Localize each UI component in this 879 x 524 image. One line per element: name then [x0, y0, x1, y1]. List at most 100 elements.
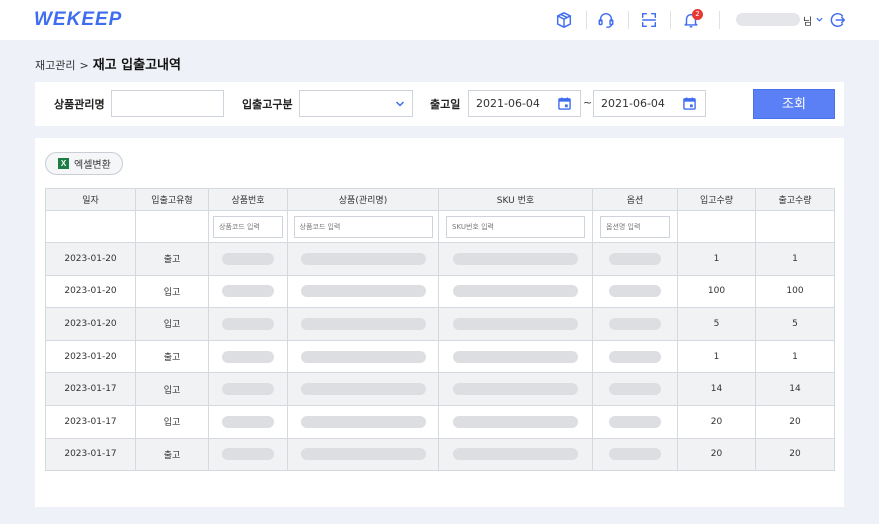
- search-button[interactable]: 조회: [753, 89, 835, 119]
- header-divider: [586, 11, 587, 29]
- chevron-down-icon[interactable]: [815, 15, 824, 24]
- row-date: 2023-01-20: [45, 242, 136, 276]
- table-row[interactable]: 2023-01-20 입고 5 5: [45, 307, 835, 341]
- row-sku-cell: [438, 437, 593, 472]
- row-sku-placeholder: [453, 252, 578, 265]
- column-header-option[interactable]: 옵션: [592, 188, 678, 211]
- table-row[interactable]: 2023-01-20 출고 1 1: [45, 242, 835, 276]
- row-out-qty: 20: [755, 404, 835, 439]
- row-option-cell: [592, 372, 678, 406]
- row-product-no-placeholder: [222, 448, 274, 461]
- row-sku-placeholder: [453, 415, 578, 428]
- filter-cell: 상품코드 입력: [287, 210, 439, 243]
- row-in-qty: 20: [677, 437, 756, 472]
- column-header-date[interactable]: 일자: [45, 188, 136, 211]
- row-date: 2023-01-17: [45, 437, 136, 472]
- row-sku-placeholder: [453, 285, 578, 298]
- bell-icon[interactable]: 2: [681, 9, 703, 30]
- table-row[interactable]: 2023-01-20 출고 1 1: [45, 339, 835, 374]
- row-type: 입고: [135, 372, 209, 406]
- row-option-placeholder: [609, 317, 661, 330]
- breadcrumb-parent[interactable]: 재고관리: [35, 57, 75, 73]
- row-out-qty: 14: [755, 372, 835, 406]
- filter-cell: 옵션명 입력: [592, 210, 678, 243]
- row-sku-placeholder: [453, 317, 578, 330]
- product-name-label: 상품관리명: [54, 98, 105, 111]
- filter-bar: 상품관리명 입출고구분 출고일 2021-06-04 ~ 2021-06-04 …: [35, 82, 844, 126]
- column-header-type[interactable]: 입출고유형: [135, 188, 209, 211]
- filter-cell: SKU번호 입력: [438, 210, 593, 243]
- product-name-input[interactable]: [111, 90, 224, 117]
- inout-type-label: 입출고구분: [242, 98, 293, 111]
- table-row[interactable]: 2023-01-17 입고 20 20: [45, 404, 835, 439]
- row-product-no-placeholder: [222, 285, 274, 298]
- logout-icon[interactable]: [828, 10, 848, 30]
- headset-icon[interactable]: [596, 10, 616, 30]
- row-type: 입고: [135, 404, 209, 439]
- excel-export-label: 엑셀변환: [74, 160, 111, 171]
- logo[interactable]: WEKEEP: [34, 9, 122, 31]
- table-row[interactable]: 2023-01-20 입고 100 100: [45, 274, 835, 309]
- calendar-icon[interactable]: [683, 97, 696, 110]
- row-product-name-placeholder: [300, 317, 426, 330]
- row-option-placeholder: [609, 415, 661, 428]
- row-option-cell: [592, 307, 678, 341]
- table-row[interactable]: 2023-01-17 출고 20 20: [45, 437, 835, 472]
- row-option-cell: [592, 274, 678, 309]
- column-header-out-qty[interactable]: 출고수량: [755, 188, 835, 211]
- date-from-value: 2021-06-04: [476, 97, 540, 110]
- row-option-cell: [592, 437, 678, 472]
- row-option-placeholder: [609, 350, 661, 363]
- product-name-filter-input[interactable]: 상품코드 입력: [293, 215, 433, 238]
- sku-filter-input[interactable]: SKU번호 입력: [446, 215, 585, 238]
- filter-cell-empty: [135, 210, 209, 243]
- calendar-icon[interactable]: [558, 97, 571, 110]
- row-in-qty: 1: [677, 242, 756, 276]
- row-product-name-cell: [287, 274, 439, 309]
- column-header-sku[interactable]: SKU 번호: [438, 188, 593, 211]
- user-name[interactable]: [736, 13, 800, 26]
- row-product-name-placeholder: [300, 350, 426, 363]
- scan-icon[interactable]: [639, 10, 659, 30]
- table-row[interactable]: 2023-01-17 입고 14 14: [45, 372, 835, 406]
- row-date: 2023-01-17: [45, 372, 136, 406]
- column-header-product-no[interactable]: 상품번호: [208, 188, 288, 211]
- row-sku-placeholder: [453, 448, 578, 461]
- filter-cell-empty: [755, 210, 835, 243]
- row-sku-cell: [438, 307, 593, 341]
- breadcrumb: 재고관리 > 재고 입출고내역: [35, 54, 181, 73]
- inventory-history-table: 일자 입출고유형 상품번호 상품(관리명) SKU 번호 옵션 입고수량 출고수…: [45, 188, 835, 472]
- option-filter-input[interactable]: 옵션명 입력: [600, 215, 670, 238]
- row-sku-cell: [438, 372, 593, 406]
- column-header-product-name[interactable]: 상품(관리명): [287, 188, 439, 211]
- row-sku-cell: [438, 404, 593, 439]
- row-product-name-placeholder: [300, 252, 426, 265]
- table-header-row: 일자 입출고유형 상품번호 상품(관리명) SKU 번호 옵션 입고수량 출고수…: [45, 188, 835, 211]
- inout-type-select[interactable]: [299, 90, 413, 117]
- row-product-no-cell: [208, 242, 288, 276]
- row-in-qty: 5: [677, 307, 756, 341]
- ship-date-label: 출고일: [430, 98, 461, 111]
- column-header-in-qty[interactable]: 입고수량: [677, 188, 756, 211]
- date-to-input[interactable]: 2021-06-04: [593, 90, 706, 117]
- row-option-cell: [592, 242, 678, 276]
- row-type: 입고: [135, 307, 209, 341]
- filter-cell-empty: [45, 210, 136, 243]
- row-sku-cell: [438, 242, 593, 276]
- box-icon[interactable]: [554, 10, 574, 30]
- row-option-placeholder: [609, 448, 661, 461]
- product-no-filter-input[interactable]: 상품코드 입력: [213, 215, 283, 238]
- row-in-qty: 100: [677, 274, 756, 309]
- row-type: 출고: [135, 437, 209, 472]
- user-suffix: 님: [803, 17, 813, 28]
- results-panel: X 엑셀변환 일자 입출고유형 상품번호 상품(관리명) SKU 번호 옵션 입…: [35, 138, 844, 507]
- row-type: 출고: [135, 339, 209, 374]
- row-out-qty: 20: [755, 437, 835, 472]
- chevron-down-icon: [395, 101, 405, 107]
- date-from-input[interactable]: 2021-06-04: [468, 90, 581, 117]
- date-to-value: 2021-06-04: [601, 97, 665, 110]
- excel-export-button[interactable]: X 엑셀변환: [45, 152, 123, 175]
- row-product-name-cell: [287, 404, 439, 439]
- row-date: 2023-01-20: [45, 307, 136, 341]
- row-option-cell: [592, 339, 678, 374]
